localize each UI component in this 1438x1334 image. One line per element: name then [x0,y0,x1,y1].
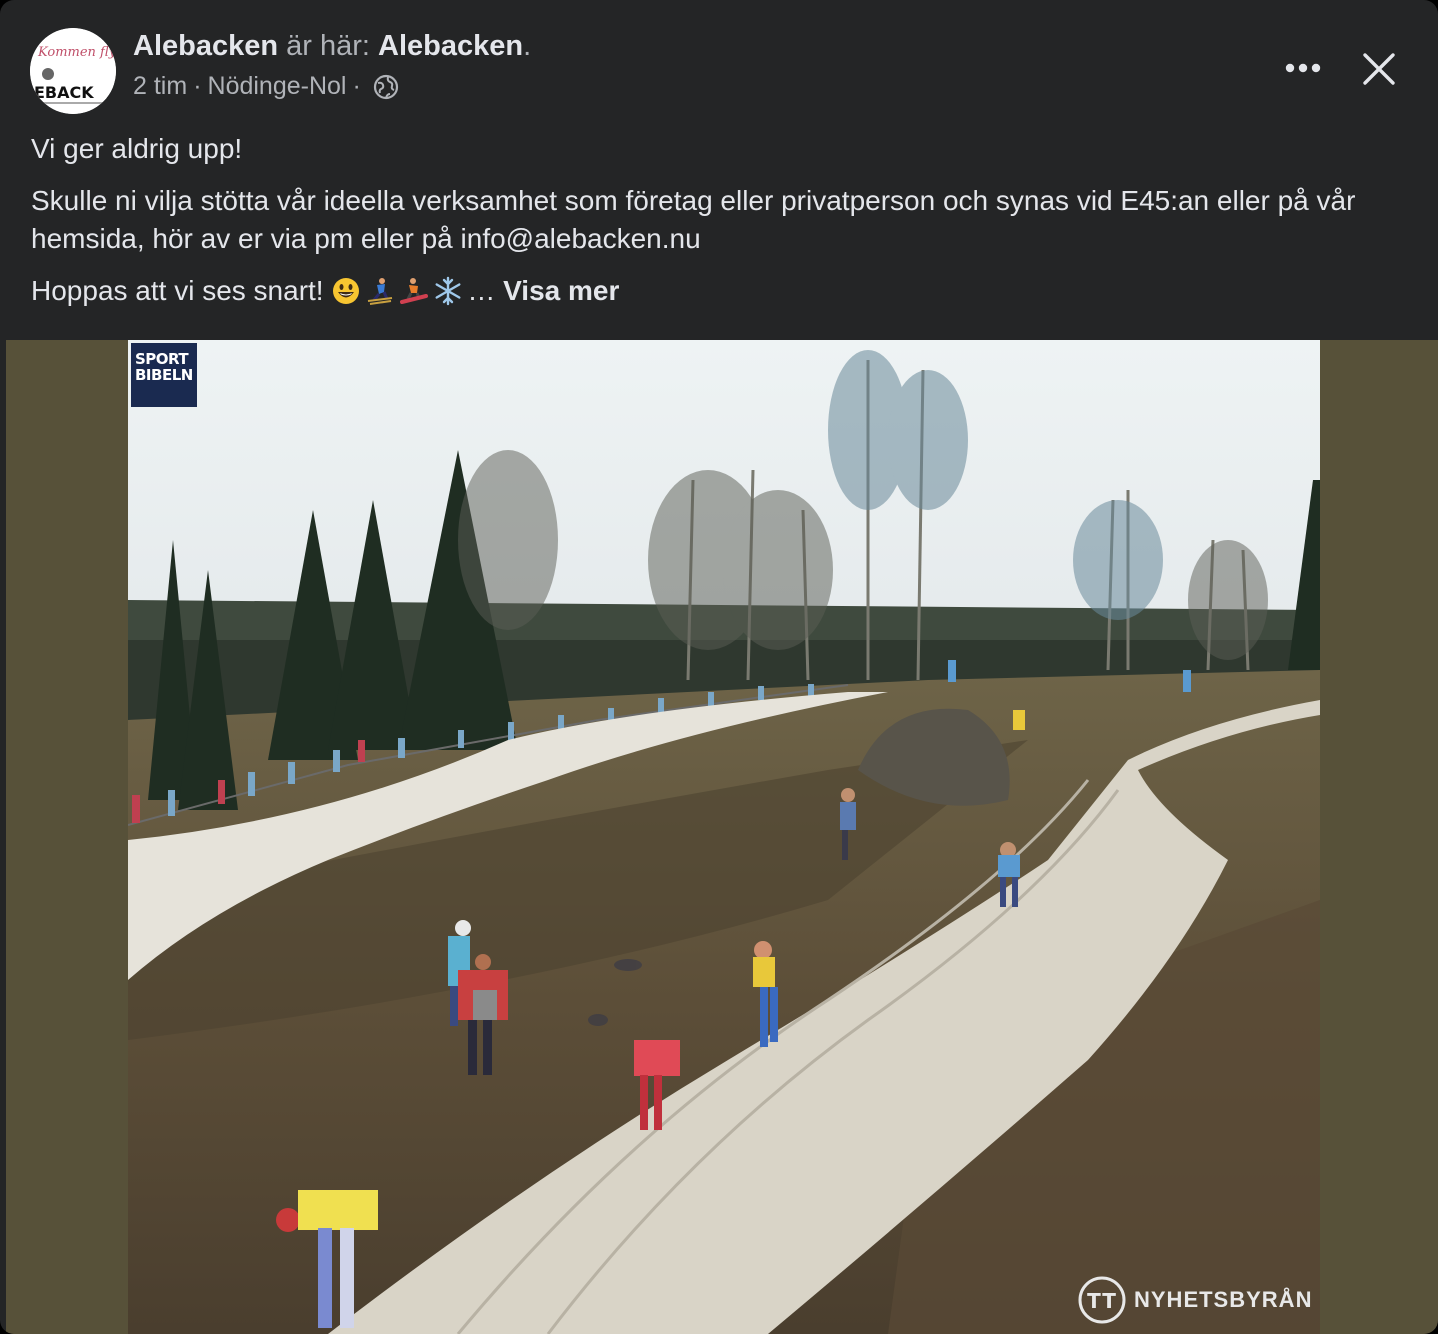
post-body: Vi ger aldrig upp! Skulle ni vilja stött… [31,130,1411,324]
meta-separator: · [193,72,202,100]
post-photo[interactable]: SPORT BIBELN TT NYHETSBYRÅN [128,340,1320,1334]
post-paragraph-last: Hoppas att vi ses snart! … Visa mer [31,272,1411,310]
more-horizontal-icon [1285,63,1321,73]
post-header: Kommen fly EBACK Alebacken är här: Aleba… [0,0,1438,340]
post-dialog: Kommen fly EBACK Alebacken är här: Aleba… [0,0,1438,1334]
watermark-line: SPORT [135,350,189,368]
place-name[interactable]: Alebacken [378,30,523,62]
skier-icon [368,278,393,305]
watermark-line: BIBELN [135,366,193,384]
post-paragraph-text: Hoppas att vi ses snart! [31,275,324,306]
meta-separator: · [352,72,361,100]
sportbibeln-watermark: SPORT BIBELN [131,343,197,407]
avatar-script-text: Kommen fly [37,45,116,60]
globe-icon[interactable] [373,74,399,100]
place-suffix: . [523,30,532,62]
post-location[interactable]: Nödinge-Nol [208,72,347,101]
see-more-link[interactable]: Visa mer [503,275,619,306]
close-icon [1363,53,1395,85]
post-paragraph: Vi ger aldrig upp! [31,133,243,164]
author-name[interactable]: Alebacken [133,30,278,62]
avatar[interactable]: Kommen fly EBACK [30,28,116,114]
close-button[interactable] [1354,44,1404,94]
is-at-text: är här: [286,30,370,62]
snowboarder-icon [400,278,429,304]
post-meta: 2 tim · Nödinge-Nol · [133,72,399,101]
more-options-button[interactable] [1278,46,1328,90]
avatar-logo-text: EBACK [34,83,94,102]
ski-race-photo [128,340,1320,1334]
post-time[interactable]: 2 tim [133,72,187,101]
post-media[interactable]: SPORT BIBELN TT NYHETSBYRÅN [6,340,1438,1334]
author-line: Alebacken är här: Alebacken. [133,30,531,63]
snowflake-icon [435,276,461,306]
nyhetsbyran-text: NYHETSBYRÅN [1134,1287,1313,1312]
nyhetsbyran-watermark: TT NYHETSBYRÅN [1078,1276,1312,1324]
post-paragraph: Skulle ni vilja stötta vår ideella verks… [31,185,1356,254]
tt-logo-text: TT [1087,1289,1117,1313]
ellipsis: … [467,275,496,306]
tt-logo-icon: TT [1078,1276,1126,1324]
grinning-face-icon [333,278,360,304]
